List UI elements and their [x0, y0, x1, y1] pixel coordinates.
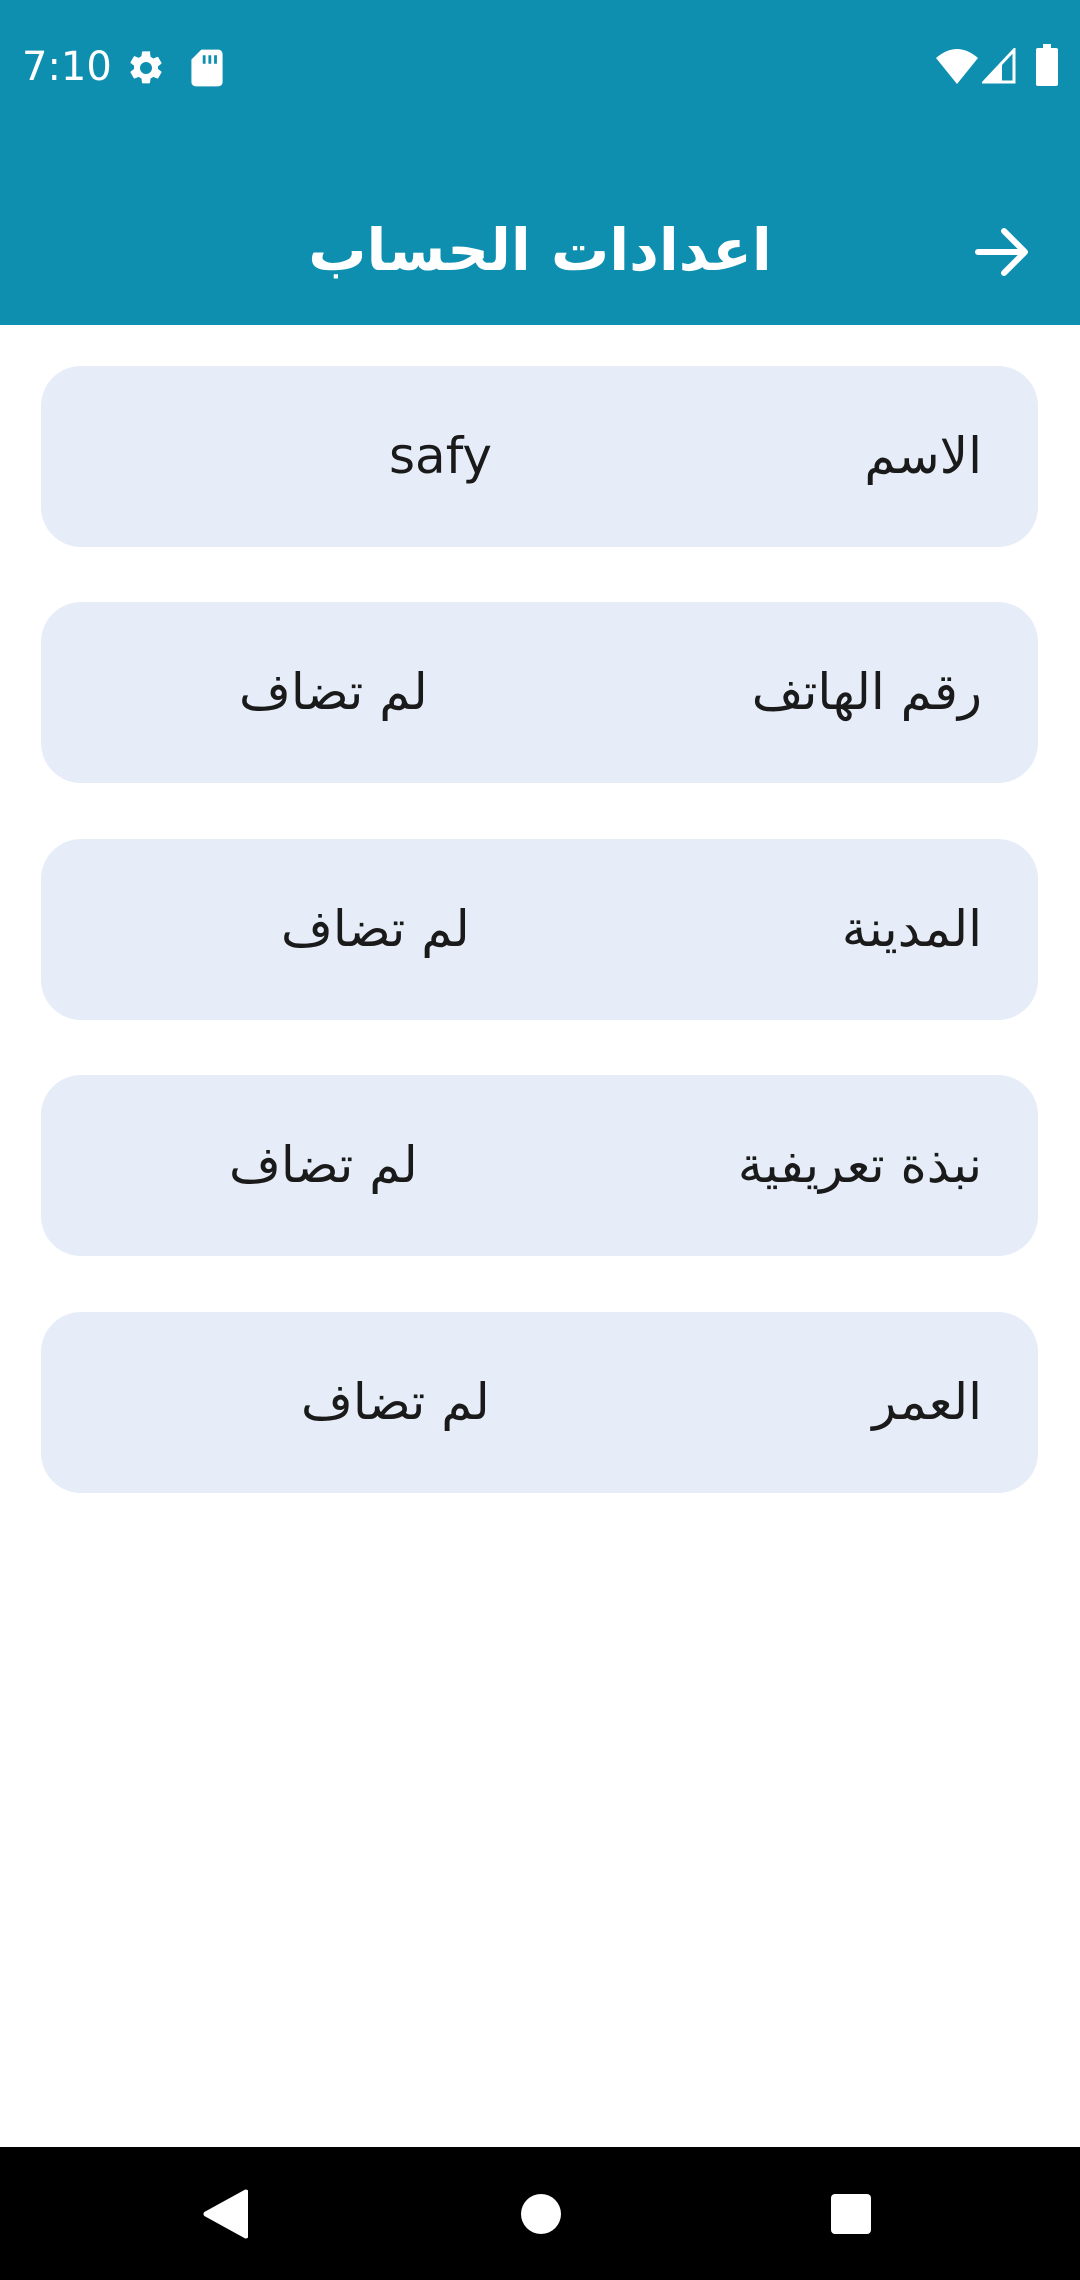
nav-home-button[interactable]: [474, 2147, 607, 2280]
field-value: لم تضاف: [301, 1373, 490, 1431]
field-name[interactable]: الاسم safy: [41, 366, 1038, 547]
field-value: safy: [389, 427, 493, 485]
status-time: 7:10: [22, 44, 112, 90]
field-bio[interactable]: نبذة تعريفية لم تضاف: [41, 1075, 1038, 1256]
signal-icon: [982, 48, 1016, 84]
sd-card-icon: [191, 49, 223, 87]
field-label: رقم الهاتف: [751, 663, 982, 721]
nav-recents-button[interactable]: [784, 2147, 917, 2280]
field-label: المدينة: [841, 900, 982, 958]
field-city[interactable]: المدينة لم تضاف: [41, 839, 1038, 1020]
system-navigation-bar: [0, 2147, 1080, 2280]
field-label: العمر: [872, 1373, 982, 1431]
status-bar: 7:10: [0, 0, 1080, 135]
recents-square-icon: [830, 2193, 871, 2234]
field-label: نبذة تعريفية: [737, 1136, 982, 1194]
battery-icon: [1036, 44, 1058, 86]
gear-icon: [130, 51, 162, 84]
nav-back-button[interactable]: [158, 2147, 291, 2280]
field-value: لم تضاف: [229, 1136, 418, 1194]
page-title: اعدادات الحساب: [308, 216, 772, 284]
home-circle-icon: [520, 2193, 561, 2234]
back-triangle-icon: [203, 2189, 248, 2238]
app-bar: 7:10 اعدادات الحساب: [0, 0, 1080, 325]
wifi-icon: [936, 49, 978, 84]
field-label: الاسم: [864, 427, 982, 485]
back-button[interactable]: [960, 210, 1044, 294]
field-phone[interactable]: رقم الهاتف لم تضاف: [41, 602, 1038, 783]
field-value: لم تضاف: [239, 663, 428, 721]
field-value: لم تضاف: [281, 900, 470, 958]
field-age[interactable]: العمر لم تضاف: [41, 1312, 1038, 1493]
arrow-right-icon: [975, 228, 1028, 276]
